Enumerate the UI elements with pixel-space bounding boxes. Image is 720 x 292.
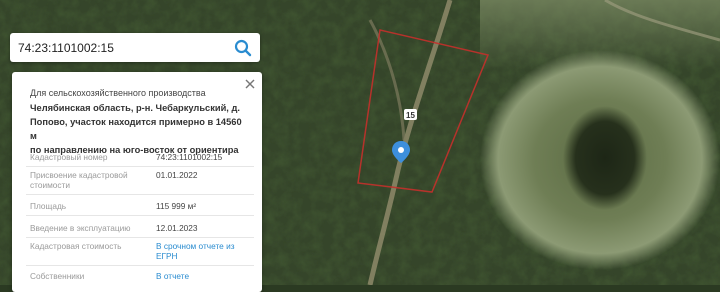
row-label: Присвоение кадастровой стоимости xyxy=(30,170,128,190)
search-icon xyxy=(234,39,252,57)
search-button[interactable] xyxy=(232,37,254,59)
close-icon xyxy=(245,79,255,89)
row-value: 12.01.2023 xyxy=(156,223,198,233)
search-box xyxy=(10,33,260,62)
land-purpose: Для сельскохозяйственного производства xyxy=(30,88,206,98)
row-divider xyxy=(26,166,254,167)
row-divider xyxy=(26,215,254,216)
row-value: 74:23:1101002:15 xyxy=(156,152,223,162)
parcel-address: Челябинская область, р-н. Чебаркульский,… xyxy=(30,101,248,157)
road-number-label: 15 xyxy=(404,109,417,120)
address-line: Попово, участок находится примерно в 145… xyxy=(30,117,242,141)
owners-report-link[interactable]: В отчете xyxy=(156,271,256,281)
row-divider xyxy=(26,265,254,266)
row-label: Кадастровая стоимость xyxy=(30,241,122,251)
row-value: 115 999 м² xyxy=(156,201,197,211)
address-line: Челябинская область, р-н. Чебаркульский,… xyxy=(30,103,240,113)
row-label: Введение в эксплуатацию xyxy=(30,223,131,233)
row-label: Площадь xyxy=(30,201,67,211)
egrn-report-link[interactable]: В срочном отчете из ЕГРН xyxy=(156,241,256,261)
row-label: Кадастровый номер xyxy=(30,152,108,162)
search-input[interactable] xyxy=(18,39,223,56)
wetland xyxy=(563,106,647,210)
road-number-text: 15 xyxy=(406,111,415,120)
parcel-info-panel: Для сельскохозяйственного производства Ч… xyxy=(12,72,262,292)
row-label: Собственники xyxy=(30,271,85,281)
row-divider xyxy=(26,237,254,238)
close-button[interactable] xyxy=(243,77,257,91)
row-value: 01.01.2022 xyxy=(156,170,198,180)
row-divider xyxy=(26,194,254,195)
